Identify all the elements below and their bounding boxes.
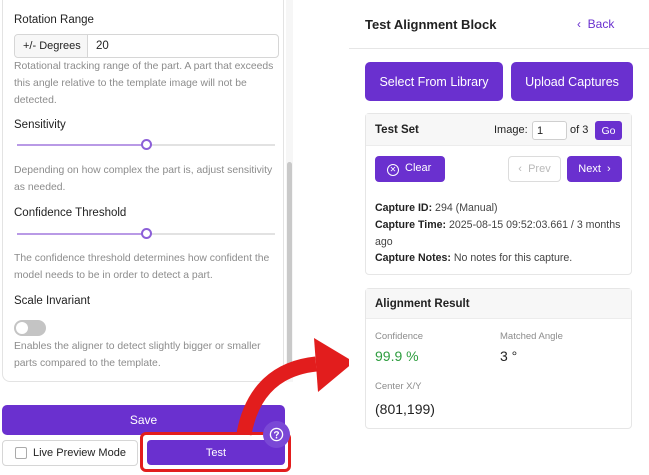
image-number-input[interactable]: [532, 121, 567, 140]
confidence-threshold-slider[interactable]: [17, 228, 275, 239]
confidence-threshold-help: The confidence threshold determines how …: [14, 253, 270, 281]
toggle-knob: [16, 322, 28, 334]
go-button[interactable]: Go: [595, 121, 622, 140]
capture-id-value: 294 (Manual): [435, 202, 498, 214]
prev-button[interactable]: ‹ Prev: [508, 156, 561, 182]
center-xy-value: (801,199): [375, 401, 435, 417]
back-link[interactable]: ‹ Back: [577, 17, 614, 31]
clear-label: Clear: [405, 162, 432, 174]
center-xy-label: Center X/Y: [375, 381, 422, 392]
alignment-result-card: Alignment Result Confidence 99.9 % Match…: [365, 288, 632, 429]
image-label: Image:: [494, 124, 528, 136]
capture-time-label: Capture Time:: [375, 219, 447, 231]
live-preview-toggle[interactable]: Live Preview Mode: [2, 440, 138, 466]
rotation-range-field[interactable]: [88, 35, 278, 57]
confidence-threshold-label: Confidence Threshold: [14, 207, 127, 219]
confidence-label: Confidence: [375, 331, 424, 342]
chevron-left-icon: ‹: [577, 17, 581, 31]
sensitivity-help: Depending on how complex the part is, ad…: [14, 165, 273, 193]
test-set-title: Test Set: [375, 124, 419, 136]
capture-time-row: Capture Time: 2025-08-15 09:52:03.661 / …: [375, 217, 625, 250]
live-preview-checkbox[interactable]: [15, 447, 27, 459]
next-button[interactable]: Next ›: [567, 156, 622, 182]
alignment-result-title: Alignment Result: [375, 298, 470, 310]
rotation-range-help: Rotational tracking range of the part. A…: [14, 61, 274, 106]
test-set-card: Test Set Image: of 3 Go ✕ Clear ‹ Prev Ne…: [365, 113, 632, 275]
settings-card: Rotation Range +/- Degrees Rotational tr…: [2, 0, 284, 382]
rotation-range-unit: +/- Degrees: [15, 35, 88, 57]
scale-invariant-toggle[interactable]: [14, 320, 46, 336]
sensitivity-slider-fill: [17, 144, 146, 146]
alignment-result-header: Alignment Result: [366, 289, 631, 319]
confidence-value: 99.9 %: [375, 348, 419, 364]
live-preview-label: Live Preview Mode: [33, 447, 126, 459]
sensitivity-slider-thumb[interactable]: [141, 139, 152, 150]
capture-id-row: Capture ID: 294 (Manual): [375, 200, 625, 217]
capture-notes-label: Capture Notes:: [375, 252, 451, 264]
confidence-threshold-slider-fill: [17, 233, 146, 235]
test-button[interactable]: Test: [147, 440, 285, 465]
chevron-right-icon: ›: [607, 163, 611, 175]
clear-circle-x-icon: ✕: [387, 164, 399, 176]
capture-notes-value: No notes for this capture.: [453, 252, 573, 264]
matched-angle-value: 3 °: [500, 348, 518, 364]
chevron-left-icon: ‹: [518, 163, 522, 175]
scale-invariant-label: Scale Invariant: [14, 295, 91, 307]
test-alignment-panel: Test Alignment Block ‹ Back Select From …: [349, 0, 649, 475]
panel-title: Test Alignment Block: [365, 17, 497, 32]
clear-button[interactable]: ✕ Clear: [375, 156, 445, 182]
select-from-library-button[interactable]: Select From Library: [365, 62, 503, 101]
back-label: Back: [587, 17, 615, 31]
confidence-threshold-slider-thumb[interactable]: [141, 228, 152, 239]
upload-captures-button[interactable]: Upload Captures: [511, 62, 633, 101]
rotation-range-input-group: +/- Degrees: [14, 34, 279, 58]
sensitivity-slider[interactable]: [17, 139, 275, 150]
sensitivity-label: Sensitivity: [14, 119, 66, 131]
prev-label: Prev: [528, 163, 551, 175]
next-label: Next: [578, 163, 601, 175]
curved-arrow-icon: [236, 338, 354, 436]
test-set-header: Test Set Image: of 3 Go: [366, 114, 631, 146]
matched-angle-label: Matched Angle: [500, 331, 563, 342]
header-divider: [349, 48, 649, 49]
rotation-range-label: Rotation Range: [14, 14, 94, 26]
image-count-label: of 3: [570, 124, 589, 136]
capture-id-label: Capture ID:: [375, 202, 433, 214]
capture-notes-row: Capture Notes: No notes for this capture…: [375, 250, 625, 267]
